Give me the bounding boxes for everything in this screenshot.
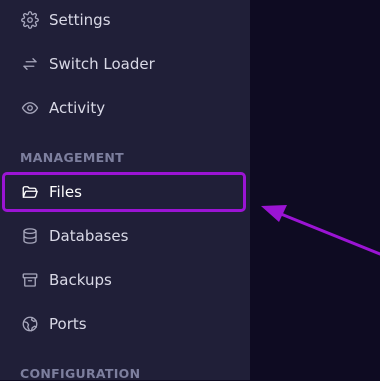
database-icon — [20, 226, 40, 246]
sidebar-item-backups[interactable]: Backups — [0, 258, 250, 302]
sidebar-item-ports[interactable]: Ports — [0, 302, 250, 346]
eye-icon — [20, 98, 40, 118]
sidebar-item-label: Activity — [49, 99, 106, 117]
main-content — [250, 0, 380, 380]
sidebar-item-switch-loader[interactable]: Switch Loader — [0, 42, 250, 86]
archive-box-icon — [20, 270, 40, 290]
sidebar-item-label: Databases — [49, 227, 129, 245]
sidebar-item-settings[interactable]: Settings — [0, 0, 250, 42]
switch-arrows-icon — [20, 54, 40, 74]
sidebar-item-label: Switch Loader — [49, 55, 155, 73]
section-label-configuration: CONFIGURATION — [20, 366, 141, 381]
sidebar-item-databases[interactable]: Databases — [0, 214, 250, 258]
sidebar-item-label: Ports — [49, 315, 87, 333]
sidebar-item-label: Backups — [49, 271, 112, 289]
gear-icon — [20, 10, 40, 30]
sidebar-item-label: Settings — [49, 11, 111, 29]
sidebar-item-activity[interactable]: Activity — [0, 86, 250, 130]
globe-network-icon — [20, 314, 40, 334]
annotation-highlight-box — [2, 172, 246, 212]
section-label-management: MANAGEMENT — [20, 150, 125, 165]
